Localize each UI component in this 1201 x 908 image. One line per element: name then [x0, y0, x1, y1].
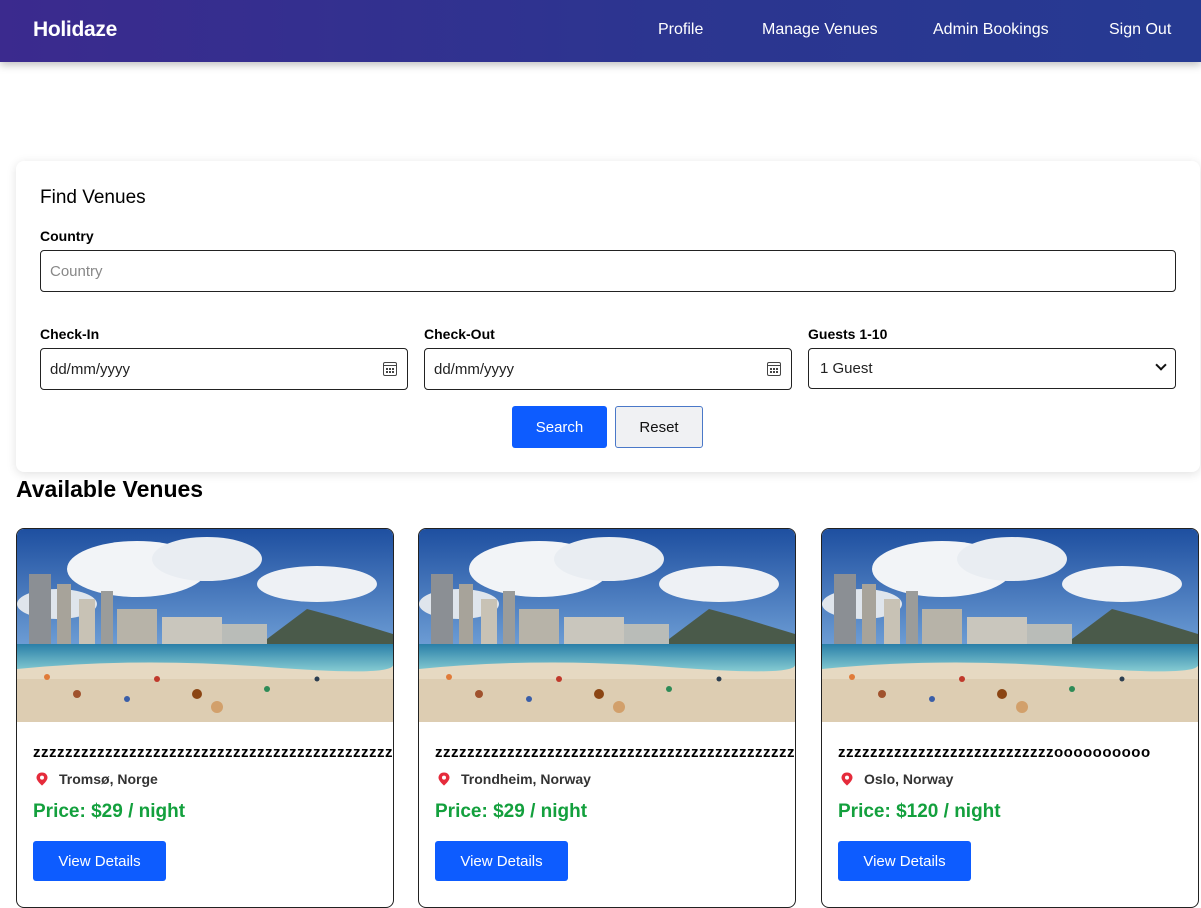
beach-photo [419, 529, 795, 722]
search-button[interactable]: Search [512, 406, 607, 448]
map-pin-icon [438, 772, 450, 786]
nav-link-sign-out[interactable]: Sign Out [1109, 21, 1171, 39]
venue-price: Price: $29 / night [435, 801, 588, 822]
beach-photo [17, 529, 393, 722]
top-navbar: Holidaze Profile Manage Venues Admin Boo… [0, 0, 1201, 62]
calendar-icon[interactable] [767, 362, 781, 376]
brand-logo[interactable]: Holidaze [33, 18, 117, 42]
checkout-date-input[interactable]: dd/mm/yyyy [424, 348, 792, 390]
venue-card[interactable]: zzzzzzzzzzzzzzzzzzzzzzzzzzzoooooooooo Os… [821, 528, 1199, 908]
venue-name: zzzzzzzzzzzzzzzzzzzzzzzzzzzzzzzzzzzzzzzz… [435, 744, 795, 761]
nav-link-admin-bookings[interactable]: Admin Bookings [933, 21, 1049, 39]
country-input[interactable]: Country [40, 250, 1176, 292]
venue-image[interactable] [419, 529, 795, 722]
view-details-button[interactable]: View Details [838, 841, 971, 881]
map-pin-icon [36, 772, 48, 786]
map-pin-icon [841, 772, 853, 786]
venue-image[interactable] [17, 529, 393, 722]
checkin-date-value: dd/mm/yyyy [50, 360, 131, 378]
venue-image[interactable] [822, 529, 1198, 722]
checkout-date-value: dd/mm/yyyy [434, 360, 515, 378]
chevron-down-icon [1155, 359, 1167, 371]
checkin-label: Check-In [40, 326, 100, 342]
venue-price: Price: $29 / night [33, 801, 186, 822]
guests-select[interactable]: 1 Guest [808, 348, 1176, 389]
checkin-date-input[interactable]: dd/mm/yyyy [40, 348, 408, 390]
venue-location: Trondheim, Norway [461, 771, 591, 787]
venue-name: zzzzzzzzzzzzzzzzzzzzzzzzzzzzzzzzzzzzzzzz… [33, 744, 393, 761]
reset-button[interactable]: Reset [615, 406, 703, 448]
available-venues-heading: Available Venues [16, 476, 204, 502]
checkout-label: Check-Out [424, 326, 495, 342]
venue-name: zzzzzzzzzzzzzzzzzzzzzzzzzzzoooooooooo [838, 744, 1151, 761]
find-venues-title: Find Venues [40, 187, 146, 208]
venue-card[interactable]: zzzzzzzzzzzzzzzzzzzzzzzzzzzzzzzzzzzzzzzz… [418, 528, 796, 908]
venue-location: Tromsø, Norge [59, 771, 158, 787]
guests-select-value: 1 Guest [820, 360, 873, 377]
nav-link-profile[interactable]: Profile [658, 21, 703, 39]
country-label: Country [40, 228, 94, 244]
view-details-button[interactable]: View Details [33, 841, 166, 881]
venue-location: Oslo, Norway [864, 771, 954, 787]
beach-photo [822, 529, 1198, 722]
venue-price: Price: $120 / night [838, 801, 1001, 822]
calendar-icon[interactable] [383, 362, 397, 376]
venue-card[interactable]: zzzzzzzzzzzzzzzzzzzzzzzzzzzzzzzzzzzzzzzz… [16, 528, 394, 908]
view-details-button[interactable]: View Details [435, 841, 568, 881]
find-venues-card: Find Venues Country Country Check-In dd/… [16, 161, 1200, 472]
guests-label: Guests 1-10 [808, 326, 888, 342]
nav-link-manage-venues[interactable]: Manage Venues [762, 21, 878, 39]
